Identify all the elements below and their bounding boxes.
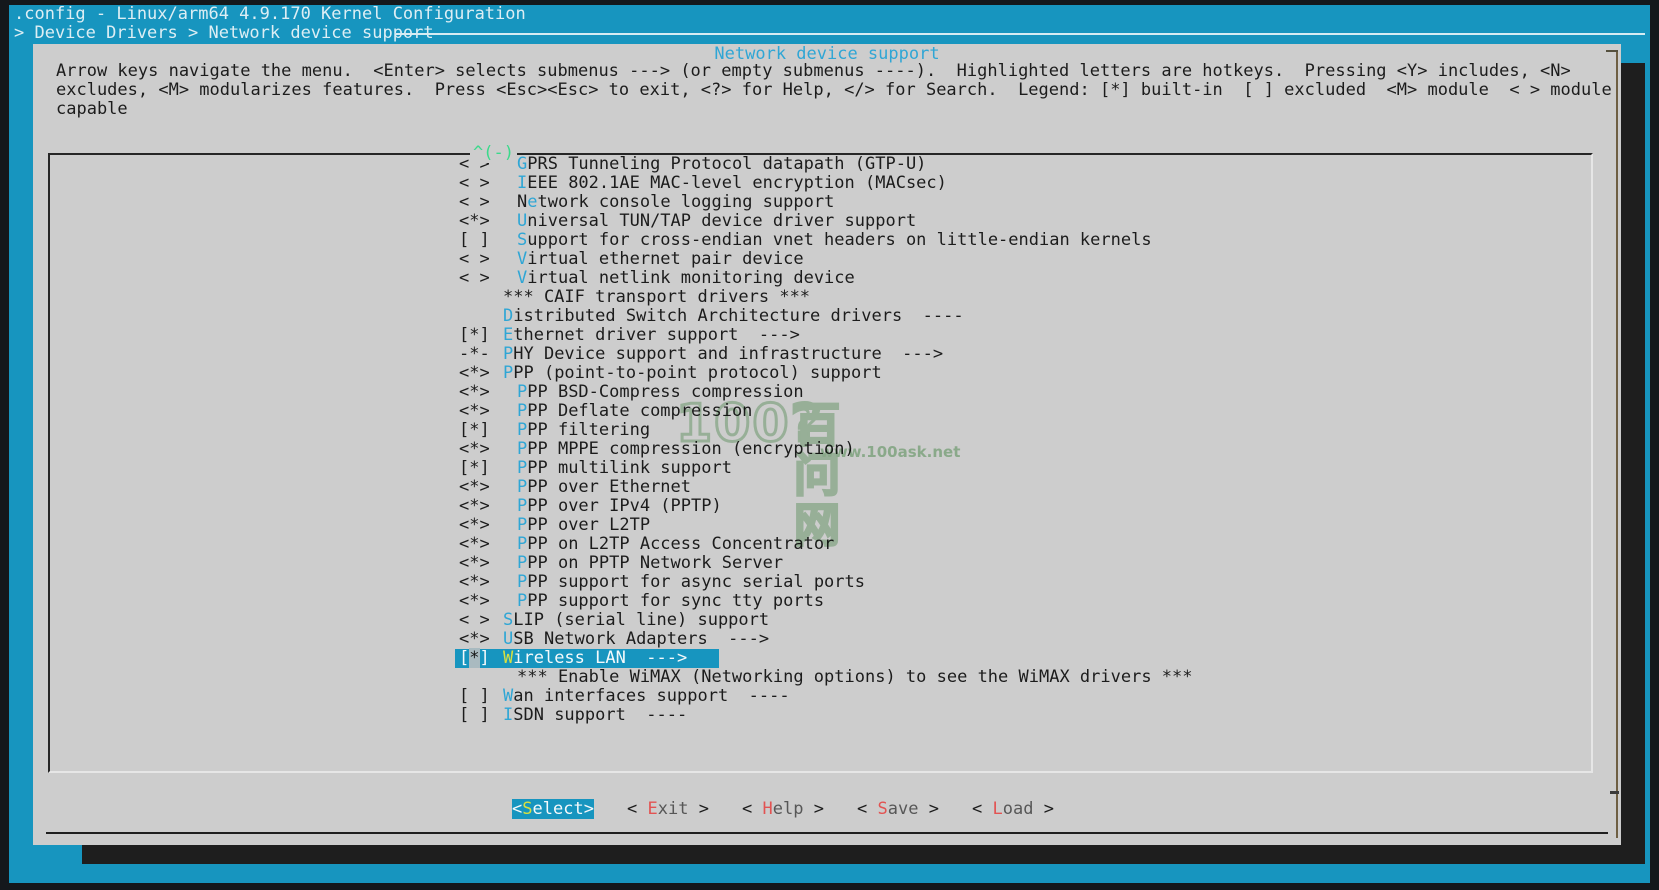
menu-item[interactable]: <*> PPP support for async serial ports bbox=[50, 573, 1590, 592]
menu-item-label: Wireless LAN ---> bbox=[503, 649, 687, 668]
state-indicator: <*> bbox=[459, 535, 490, 554]
menu-item[interactable]: [ ] ISDN support ---- bbox=[50, 706, 1590, 725]
menu-item-label: Support for cross-endian vnet headers on… bbox=[517, 231, 1152, 250]
menu-item[interactable]: -*- PHY Device support and infrastructure… bbox=[50, 345, 1590, 364]
button-load[interactable]: < Load > bbox=[972, 799, 1054, 819]
menu-item[interactable]: < > Virtual ethernet pair device bbox=[50, 250, 1590, 269]
menu-item-label: PPP over L2TP bbox=[517, 516, 650, 535]
menu-item[interactable]: < > Network console logging support bbox=[50, 193, 1590, 212]
menu-item[interactable]: <*> Universal TUN/TAP device driver suppo… bbox=[50, 212, 1590, 231]
instructions-line-1: Arrow keys navigate the menu. <Enter> se… bbox=[56, 62, 1571, 81]
menu-item-label: PPP over Ethernet bbox=[517, 478, 691, 497]
menu-item-label: PPP multilink support bbox=[517, 459, 732, 478]
scroll-up-indicator: ^(-) bbox=[470, 144, 517, 163]
state-indicator: <*> bbox=[459, 440, 490, 459]
breadcrumb: > Device Drivers > Network device suppor… bbox=[14, 24, 434, 43]
state-indicator: <*> bbox=[459, 383, 490, 402]
menu-item[interactable]: [ ] Support for cross-endian vnet headers… bbox=[50, 231, 1590, 250]
menu-item-label: USB Network Adapters ---> bbox=[503, 630, 769, 649]
menu-item[interactable]: Distributed Switch Architecture drivers … bbox=[50, 307, 1590, 326]
state-indicator: <*> bbox=[459, 364, 490, 383]
state-indicator: [*] bbox=[459, 459, 490, 478]
menu-item[interactable]: [ ] Wan interfaces support ---- bbox=[50, 687, 1590, 706]
menu-item-label: Network console logging support bbox=[517, 193, 834, 212]
watermark-url: www.100ask.net bbox=[820, 444, 960, 460]
menu-item-label: Virtual netlink monitoring device bbox=[517, 269, 855, 288]
menu-item[interactable]: <*> PPP on PPTP Network Server bbox=[50, 554, 1590, 573]
menu-item-label: Distributed Switch Architecture drivers … bbox=[503, 307, 964, 326]
state-indicator: [ ] bbox=[459, 231, 490, 250]
state-indicator: <*> bbox=[459, 212, 490, 231]
menu-item-label: IEEE 802.1AE MAC-level encryption (MACse… bbox=[517, 174, 947, 193]
menu-item-label: *** Enable WiMAX (Networking options) to… bbox=[517, 668, 1193, 687]
menu-item[interactable]: [*] Ethernet driver support ---> bbox=[50, 326, 1590, 345]
menu-item-label: PPP on L2TP Access Concentrator bbox=[517, 535, 834, 554]
menu-item-label: Virtual ethernet pair device bbox=[517, 250, 804, 269]
state-indicator: [*] bbox=[459, 649, 490, 668]
menu-item-label: PPP support for sync tty ports bbox=[517, 592, 824, 611]
menu-item-label: SLIP (serial line) support bbox=[503, 611, 769, 630]
state-indicator: <*> bbox=[459, 592, 490, 611]
menu-item-label: PPP support for async serial ports bbox=[517, 573, 865, 592]
state-indicator: <*> bbox=[459, 402, 490, 421]
menu-item[interactable]: <*> USB Network Adapters ---> bbox=[50, 630, 1590, 649]
menu-item[interactable]: <*> PPP (point-to-point protocol) support bbox=[50, 364, 1590, 383]
state-indicator: [ ] bbox=[459, 687, 490, 706]
state-indicator: [*] bbox=[459, 326, 490, 345]
instructions-line-3: capable bbox=[56, 100, 128, 119]
state-indicator: <*> bbox=[459, 630, 490, 649]
state-indicator: < > bbox=[459, 269, 490, 288]
menu-comment: *** Enable WiMAX (Networking options) to… bbox=[50, 668, 1590, 687]
state-indicator: <*> bbox=[459, 516, 490, 535]
dialog-right-border bbox=[1616, 50, 1618, 838]
menu-item-label: *** CAIF transport drivers *** bbox=[503, 288, 810, 307]
menu-item-label: PPP over IPv4 (PPTP) bbox=[517, 497, 722, 516]
menu-item-label: PPP on PPTP Network Server bbox=[517, 554, 783, 573]
menu-item-label: Wan interfaces support ---- bbox=[503, 687, 790, 706]
menu-item[interactable]: < >GPRS Tunneling Protocol datapath (GTP… bbox=[50, 155, 1590, 174]
button-select[interactable]: <Select> bbox=[512, 799, 594, 819]
scroll-mark bbox=[1610, 791, 1619, 794]
button-exit[interactable]: < Exit > bbox=[627, 799, 709, 819]
state-indicator: <*> bbox=[459, 478, 490, 497]
menu-item[interactable]: < > SLIP (serial line) support bbox=[50, 611, 1590, 630]
menu-item-label: GPRS Tunneling Protocol datapath (GTP-U) bbox=[517, 155, 926, 174]
window-title: .config - Linux/arm64 4.9.170 Kernel Con… bbox=[14, 5, 526, 24]
button-save[interactable]: < Save > bbox=[857, 799, 939, 819]
state-indicator: <*> bbox=[459, 573, 490, 592]
menu-item[interactable]: <*> PPP support for sync tty ports bbox=[50, 592, 1590, 611]
menu-item-label: Universal TUN/TAP device driver support bbox=[517, 212, 916, 231]
menu-item-label: ISDN support ---- bbox=[503, 706, 687, 725]
breadcrumb-rule bbox=[396, 33, 1645, 35]
state-indicator: [ ] bbox=[459, 706, 490, 725]
state-indicator: < > bbox=[459, 193, 490, 212]
dialog-bottom-border bbox=[46, 832, 1608, 834]
menu-item[interactable]: < > Virtual netlink monitoring device bbox=[50, 269, 1590, 288]
menu-item-label: PPP filtering bbox=[517, 421, 650, 440]
menu-item[interactable]: < > IEEE 802.1AE MAC-level encryption (MA… bbox=[50, 174, 1590, 193]
state-indicator: [*] bbox=[459, 421, 490, 440]
menu-item-label: PPP (point-to-point protocol) support bbox=[503, 364, 882, 383]
watermark-text: 百问网 bbox=[794, 400, 850, 550]
menu-item[interactable]: [*] Wireless LAN ---> bbox=[50, 649, 1590, 668]
state-indicator: < > bbox=[459, 174, 490, 193]
instructions-line-2: excludes, <M> modularizes features. Pres… bbox=[56, 81, 1612, 100]
state-indicator: <*> bbox=[459, 554, 490, 573]
button-row: <Select> < Exit > < Help > < Save > < Load > bbox=[512, 799, 1054, 819]
state-indicator: <*> bbox=[459, 497, 490, 516]
state-indicator: < > bbox=[459, 250, 490, 269]
state-indicator: -*- bbox=[459, 345, 490, 364]
menu-item-label: PHY Device support and infrastructure --… bbox=[503, 345, 943, 364]
menu-comment: *** CAIF transport drivers *** bbox=[50, 288, 1590, 307]
menu-item-label: Ethernet driver support ---> bbox=[503, 326, 800, 345]
state-indicator: < > bbox=[459, 611, 490, 630]
button-help[interactable]: < Help > bbox=[742, 799, 824, 819]
